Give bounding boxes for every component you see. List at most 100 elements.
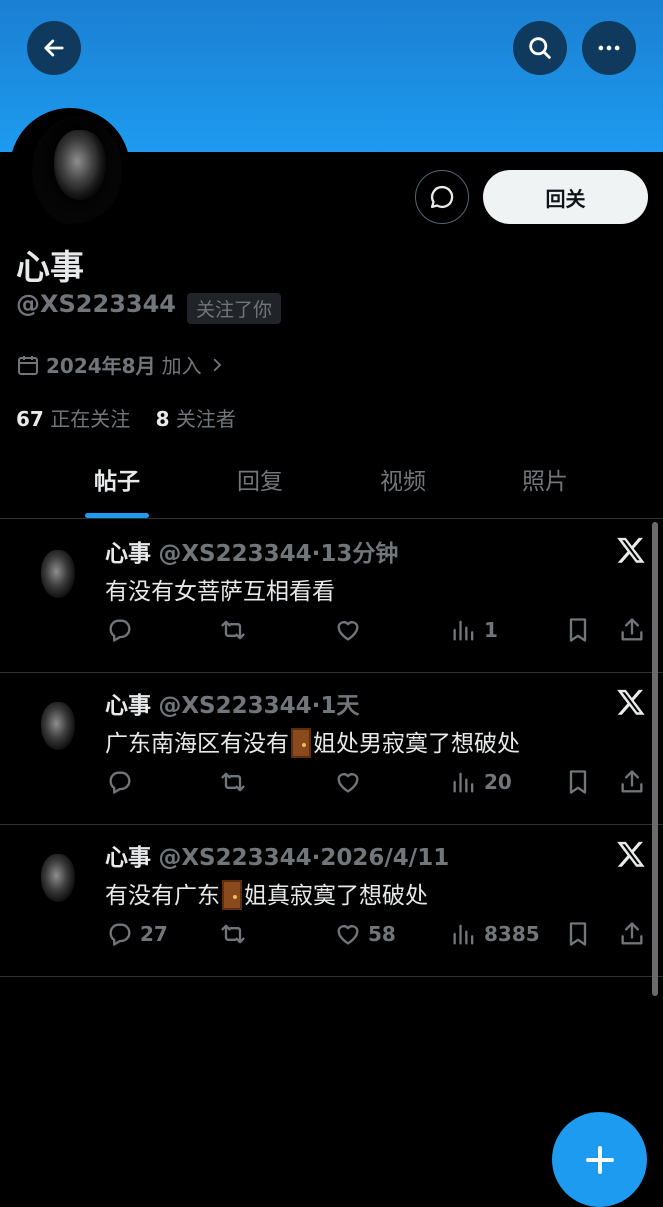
post-item[interactable]: 心事 @XS223344·1天 广东南海区有没有 姐处男寂寞了想破处 20 <box>0 672 663 825</box>
post-header: 心事 @XS223344·1天 <box>105 686 359 720</box>
repost-icon <box>221 620 245 640</box>
repost-button[interactable] <box>219 768 253 796</box>
reply-button[interactable]: 27 <box>106 920 168 948</box>
views-button[interactable]: 20 <box>450 768 512 796</box>
post-header: 心事 @XS223344·13分钟 <box>105 534 398 568</box>
post-text: 广东南海区有没有 姐处男寂寞了想破处 <box>105 724 520 758</box>
following-count: 67 <box>16 407 44 431</box>
profile-avatar[interactable] <box>10 108 130 228</box>
chat-bubble-icon <box>430 185 454 209</box>
profile-name: 心事 <box>16 248 84 288</box>
post-avatar[interactable] <box>16 692 90 766</box>
active-tab-indicator <box>85 513 149 518</box>
heart-icon <box>337 773 359 793</box>
post-time[interactable]: 2026/4/11 <box>320 845 449 871</box>
analytics-icon <box>453 772 474 793</box>
heart-icon <box>337 925 359 945</box>
following-link[interactable]: 67 正在关注 <box>16 407 130 431</box>
reply-icon <box>109 771 131 794</box>
door-emoji-icon <box>222 880 242 910</box>
back-button[interactable] <box>27 21 81 75</box>
share-button[interactable] <box>618 768 646 796</box>
avatar-face <box>41 854 75 902</box>
bookmark-icon <box>569 618 587 642</box>
reply-icon <box>109 619 131 642</box>
reply-button[interactable] <box>106 768 140 796</box>
post-actions: 20 <box>0 768 663 798</box>
views-button[interactable]: 8385 <box>450 920 540 948</box>
tab-replies[interactable]: 回复 <box>190 460 330 504</box>
post-text: 有没有广东 姐真寂寞了想破处 <box>105 876 428 910</box>
tab-videos[interactable]: 视频 <box>333 460 473 504</box>
tab-posts[interactable]: 帖子 <box>47 460 187 504</box>
scrollbar[interactable] <box>652 522 658 996</box>
post-author-name[interactable]: 心事 <box>105 541 151 567</box>
x-logo-icon[interactable] <box>616 838 646 870</box>
share-icon <box>621 618 643 641</box>
post-item[interactable]: 心事 @XS223344·13分钟 有没有女菩萨互相看看 1 <box>0 520 663 673</box>
analytics-icon <box>453 620 474 641</box>
post-actions: 1 <box>0 616 663 646</box>
chevron-right-icon <box>213 358 221 371</box>
followers-count: 8 <box>155 407 170 431</box>
post-text-part: 姐真寂寞了想破处 <box>244 883 428 909</box>
like-button[interactable] <box>334 616 368 644</box>
analytics-icon <box>453 924 474 945</box>
x-logo-icon[interactable] <box>616 534 646 566</box>
post-time[interactable]: 13分钟 <box>320 541 398 567</box>
views-button[interactable]: 1 <box>450 616 498 644</box>
post-item[interactable]: 心事 @XS223344·2026/4/11 有没有广东 姐真寂寞了想破处 27 … <box>0 824 663 977</box>
heart-icon <box>337 621 359 641</box>
follow-back-button[interactable]: 回关 <box>483 170 648 224</box>
bookmark-icon <box>569 770 587 794</box>
view-count: 8385 <box>484 922 540 946</box>
post-author-handle[interactable]: @XS223344 <box>158 845 311 871</box>
repost-button[interactable] <box>219 616 253 644</box>
joined-date: 2024年8月 <box>46 354 156 378</box>
door-emoji-icon <box>291 728 311 758</box>
tab-photos[interactable]: 照片 <box>475 460 615 504</box>
post-author-handle[interactable]: @XS223344 <box>158 541 311 567</box>
search-icon <box>529 37 551 59</box>
share-icon <box>621 770 643 793</box>
post-author-handle[interactable]: @XS223344 <box>158 693 311 719</box>
post-author-name[interactable]: 心事 <box>105 845 151 871</box>
bookmark-button[interactable] <box>564 616 592 644</box>
bookmark-button[interactable] <box>564 920 592 948</box>
repost-icon <box>221 772 245 792</box>
post-text-part: 有没有广东 <box>105 883 220 909</box>
share-button[interactable] <box>618 616 646 644</box>
arrow-left-icon <box>44 39 64 57</box>
share-icon <box>621 922 643 945</box>
post-actions: 27 58 8385 <box>0 920 663 950</box>
followers-link[interactable]: 8 关注者 <box>156 407 236 431</box>
post-time[interactable]: 1天 <box>320 693 359 719</box>
following-label: 正在关注 <box>50 407 131 431</box>
like-button[interactable] <box>334 768 368 796</box>
message-button[interactable] <box>415 170 469 224</box>
x-logo-icon[interactable] <box>616 686 646 718</box>
joined-date-row[interactable]: 2024年8月 加入 <box>16 350 226 379</box>
bookmark-button[interactable] <box>564 768 592 796</box>
view-count: 20 <box>484 770 512 794</box>
more-button[interactable] <box>582 21 636 75</box>
plus-icon <box>585 1145 614 1174</box>
reply-button[interactable] <box>106 616 140 644</box>
post-avatar[interactable] <box>16 540 90 614</box>
joined-suffix: 加入 <box>161 354 202 378</box>
reply-icon <box>109 923 131 946</box>
like-button[interactable]: 58 <box>334 920 396 948</box>
followers-label: 关注者 <box>175 407 236 431</box>
post-text: 有没有女菩萨互相看看 <box>105 572 335 606</box>
follow-stats: 67 正在关注 8 关注者 <box>16 403 236 432</box>
share-button[interactable] <box>618 920 646 948</box>
post-text-part: 有没有女菩萨互相看看 <box>105 579 335 605</box>
reply-count: 27 <box>140 922 168 946</box>
search-button[interactable] <box>513 21 567 75</box>
calendar-icon <box>18 355 38 375</box>
repost-button[interactable] <box>219 920 253 948</box>
post-avatar[interactable] <box>16 844 90 918</box>
compose-post-button[interactable] <box>552 1112 647 1207</box>
post-author-name[interactable]: 心事 <box>105 693 151 719</box>
avatar-hair <box>32 116 122 224</box>
